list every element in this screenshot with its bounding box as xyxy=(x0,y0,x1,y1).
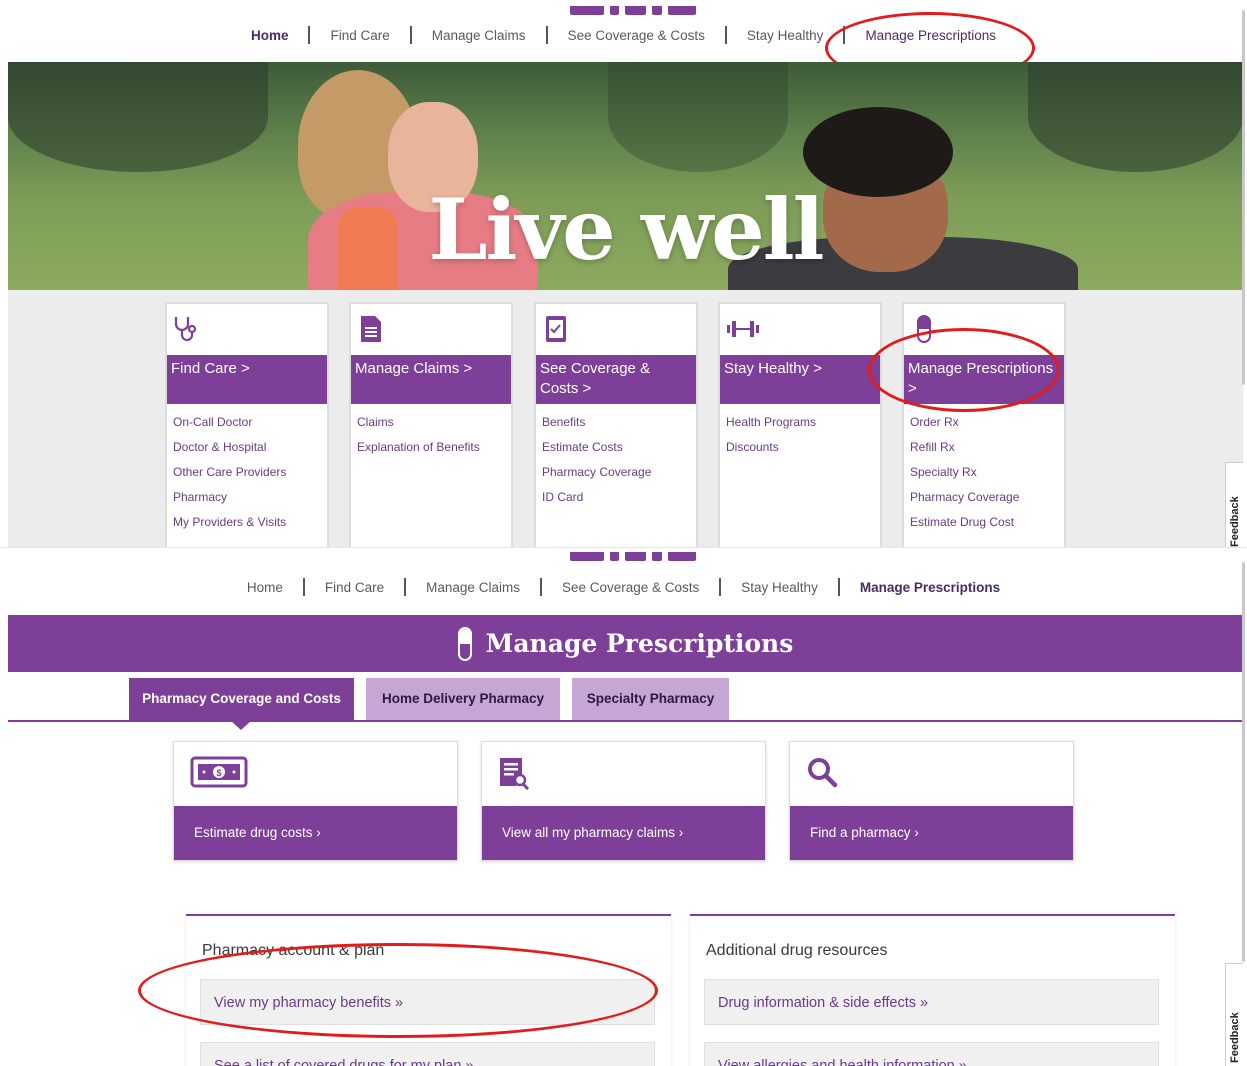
nav-see-coverage[interactable]: See Coverage & Costs xyxy=(548,28,725,43)
link-specialty-rx[interactable]: Specialty Rx xyxy=(910,464,1019,489)
link-pharmacy-coverage-rx[interactable]: Pharmacy Coverage xyxy=(910,489,1019,514)
tab-specialty-pharmacy[interactable]: Specialty Pharmacy xyxy=(572,678,729,720)
hero-banner: Live well xyxy=(8,62,1243,290)
top-nav: Home Find Care Manage Claims See Coverag… xyxy=(0,578,1247,596)
tab-pharmacy-coverage[interactable]: Pharmacy Coverage and Costs xyxy=(129,678,354,720)
card-stay-healthy: Stay Healthy > Health Programs Discounts xyxy=(718,302,882,547)
svg-text:$: $ xyxy=(216,768,221,778)
search-icon xyxy=(808,758,838,788)
find-pharmacy-link[interactable]: Find a pharmacy › xyxy=(790,806,1073,860)
link-pharmacy-coverage[interactable]: Pharmacy Coverage xyxy=(542,464,651,489)
nav-find-care[interactable]: Find Care xyxy=(310,28,409,43)
document-icon xyxy=(361,316,381,342)
pill-icon xyxy=(457,626,472,661)
money-icon: $ xyxy=(190,756,248,788)
link-id-card[interactable]: ID Card xyxy=(542,489,651,514)
link-refill-rx[interactable]: Refill Rx xyxy=(910,439,1019,464)
tab-bar: Pharmacy Coverage and Costs Home Deliver… xyxy=(129,678,729,720)
card-find-care: Find Care > On-Call Doctor Doctor & Hosp… xyxy=(165,302,329,547)
dumbbell-icon xyxy=(727,321,759,337)
tab-home-delivery[interactable]: Home Delivery Pharmacy xyxy=(366,678,560,720)
action-card-estimate: $ Estimate drug costs › xyxy=(173,741,458,861)
nav-manage-prescriptions[interactable]: Manage Prescriptions xyxy=(840,580,1020,595)
feedback-label: Feedback xyxy=(1229,496,1241,547)
category-cards: Find Care > On-Call Doctor Doctor & Hosp… xyxy=(8,290,1243,547)
feedback-tab[interactable]: Feedback xyxy=(1225,462,1243,547)
link-discounts[interactable]: Discounts xyxy=(726,439,816,464)
link-other-care-providers[interactable]: Other Care Providers xyxy=(173,464,286,489)
card-title-find-care[interactable]: Find Care > xyxy=(167,355,327,404)
nav-home[interactable]: Home xyxy=(231,28,309,43)
nav-manage-claims[interactable]: Manage Claims xyxy=(412,28,546,43)
link-estimate-costs[interactable]: Estimate Costs xyxy=(542,439,651,464)
card-see-coverage: See Coverage & Costs > Benefits Estimate… xyxy=(534,302,698,547)
card-title-manage-claims[interactable]: Manage Claims > xyxy=(351,355,511,404)
link-order-rx[interactable]: Order Rx xyxy=(910,414,1019,439)
scrollbar[interactable] xyxy=(1242,10,1245,385)
allergies-health-info-link[interactable]: View allergies and health information » xyxy=(704,1042,1159,1066)
active-tab-caret xyxy=(230,720,252,730)
link-explanation-of-benefits[interactable]: Explanation of Benefits xyxy=(357,439,480,464)
view-pharmacy-claims-link[interactable]: View all my pharmacy claims › xyxy=(482,806,765,860)
aetna-logo xyxy=(570,552,696,561)
card-manage-prescriptions: Manage Prescriptions > Order Rx Refill R… xyxy=(902,302,1066,547)
card-title-see-coverage[interactable]: See Coverage & Costs > xyxy=(536,355,696,404)
link-benefits[interactable]: Benefits xyxy=(542,414,651,439)
nav-manage-prescriptions[interactable]: Manage Prescriptions xyxy=(845,28,1016,43)
page-header: Manage Prescriptions xyxy=(8,615,1243,672)
nav-home[interactable]: Home xyxy=(227,580,303,595)
aetna-logo xyxy=(570,6,696,15)
clipboard-check-icon xyxy=(546,316,566,342)
feedback-label: Feedback xyxy=(1229,1012,1241,1063)
card-manage-claims: Manage Claims > Claims Explanation of Be… xyxy=(349,302,513,547)
link-on-call-doctor[interactable]: On-Call Doctor xyxy=(173,414,286,439)
scrollbar[interactable] xyxy=(1242,562,1245,962)
panel-title: Additional drug resources xyxy=(706,942,888,959)
link-doctor-hospital[interactable]: Doctor & Hospital xyxy=(173,439,286,464)
action-card-find-pharmacy: Find a pharmacy › xyxy=(789,741,1074,861)
pill-icon xyxy=(917,315,931,343)
panel-title: Pharmacy account & plan xyxy=(202,942,385,959)
top-nav: Home Find Care Manage Claims See Coverag… xyxy=(0,26,1247,44)
link-pharmacy[interactable]: Pharmacy xyxy=(173,489,286,514)
prescriptions-screen: Home Find Care Manage Claims See Coverag… xyxy=(0,547,1247,1066)
page-title: Manage Prescriptions xyxy=(485,629,794,658)
nav-manage-claims[interactable]: Manage Claims xyxy=(406,580,540,595)
nav-find-care[interactable]: Find Care xyxy=(305,580,404,595)
drug-information-link[interactable]: Drug information & side effects » xyxy=(704,979,1159,1025)
panel-pharmacy-account: Pharmacy account & plan View my pharmacy… xyxy=(186,914,671,1066)
link-claims[interactable]: Claims xyxy=(357,414,480,439)
stethoscope-icon xyxy=(174,317,197,342)
link-estimate-drug-cost[interactable]: Estimate Drug Cost xyxy=(910,514,1019,539)
card-title-stay-healthy[interactable]: Stay Healthy > xyxy=(720,355,880,404)
panel-drug-resources: Additional drug resources Drug informati… xyxy=(690,914,1175,1066)
action-card-claims: View all my pharmacy claims › xyxy=(481,741,766,861)
tab-underline xyxy=(8,720,1243,722)
estimate-drug-costs-link[interactable]: Estimate drug costs › xyxy=(174,806,457,860)
card-title-manage-prescriptions[interactable]: Manage Prescriptions > xyxy=(904,355,1064,404)
nav-stay-healthy[interactable]: Stay Healthy xyxy=(727,28,844,43)
claims-document-icon xyxy=(500,758,530,790)
covered-drugs-link[interactable]: See a list of covered drugs for my plan … xyxy=(200,1042,655,1066)
link-health-programs[interactable]: Health Programs xyxy=(726,414,816,439)
link-my-providers-visits[interactable]: My Providers & Visits xyxy=(173,514,286,539)
nav-see-coverage[interactable]: See Coverage & Costs xyxy=(542,580,719,595)
home-screen: Home Find Care Manage Claims See Coverag… xyxy=(0,0,1247,547)
feedback-tab[interactable]: Feedback xyxy=(1225,963,1243,1066)
view-pharmacy-benefits-link[interactable]: View my pharmacy benefits » xyxy=(200,979,655,1025)
nav-stay-healthy[interactable]: Stay Healthy xyxy=(721,580,838,595)
hero-title: Live well xyxy=(428,180,824,279)
